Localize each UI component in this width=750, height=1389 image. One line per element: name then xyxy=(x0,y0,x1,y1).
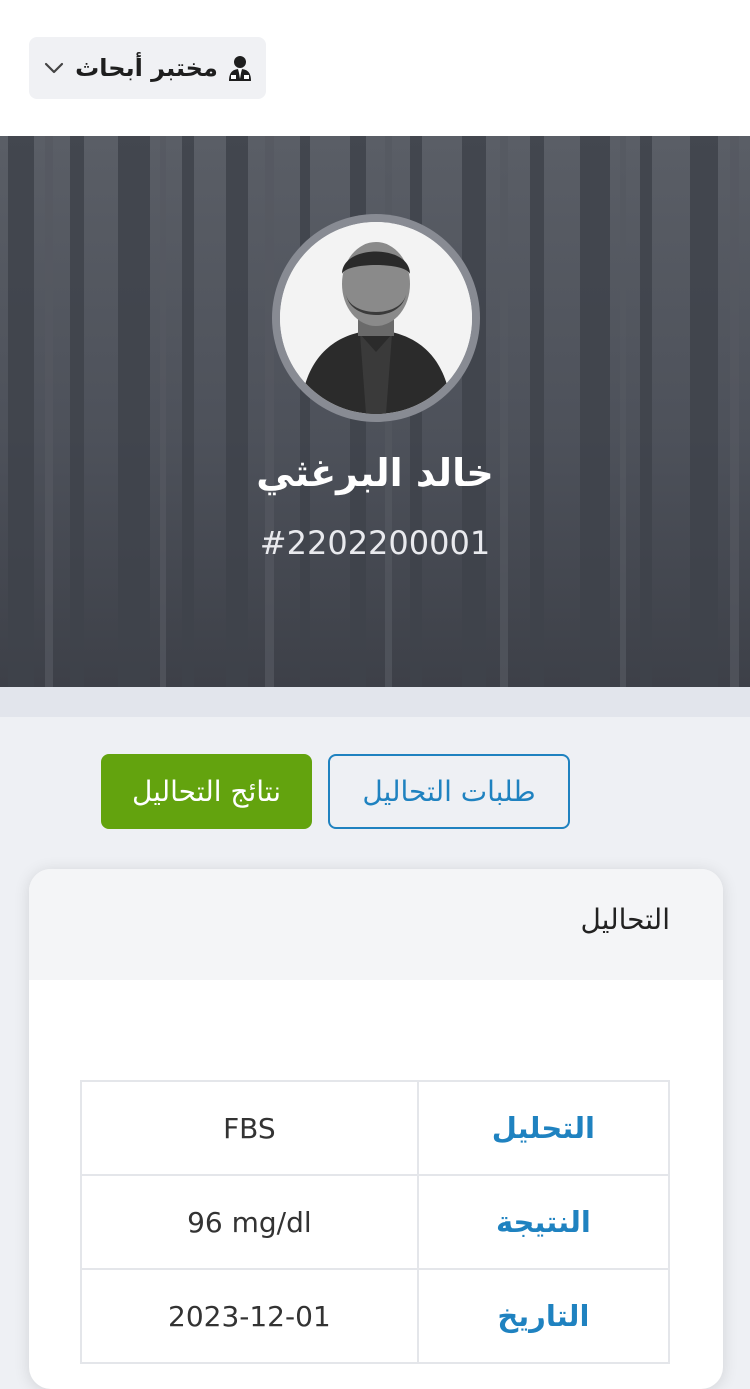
test-requests-button[interactable]: طلبات التحاليل xyxy=(328,754,570,829)
card-title: التحاليل xyxy=(580,903,670,936)
profile-name: خالد البرغثي xyxy=(256,451,494,495)
row-value-result: 96 mg/dl xyxy=(80,1174,419,1270)
row-value-date: 2023-12-01 xyxy=(80,1268,419,1364)
row-label-date: التاريخ xyxy=(416,1268,671,1364)
card-header: التحاليل xyxy=(29,869,723,980)
row-label-result: النتيجة xyxy=(416,1174,671,1270)
lab-selector-label: مختبر أبحاث xyxy=(75,54,218,82)
profile-cover: خالد البرغثي #2202200001 xyxy=(0,136,750,687)
tests-card: التحاليل التحليل FBS النتيجة 96 mg/dl ال… xyxy=(29,869,723,1389)
patient-id: #2202200001 xyxy=(259,524,491,562)
top-bar: مختبر أبحاث xyxy=(0,0,750,136)
user-tie-icon xyxy=(228,56,251,81)
table-row: التحليل FBS xyxy=(80,1080,671,1176)
avatar xyxy=(272,214,480,422)
results-table: التحليل FBS النتيجة 96 mg/dl التاريخ 202… xyxy=(80,1080,671,1364)
table-row: النتيجة 96 mg/dl xyxy=(80,1174,671,1270)
chevron-down-icon xyxy=(45,62,64,74)
profile-photo xyxy=(280,222,472,414)
lab-selector-dropdown[interactable]: مختبر أبحاث xyxy=(29,37,266,99)
table-row: التاريخ 2023-12-01 xyxy=(80,1268,671,1364)
test-results-button[interactable]: نتائج التحاليل xyxy=(101,754,312,829)
row-value-test: FBS xyxy=(80,1080,419,1176)
row-label-test: التحليل xyxy=(416,1080,671,1176)
section-divider xyxy=(0,687,750,717)
